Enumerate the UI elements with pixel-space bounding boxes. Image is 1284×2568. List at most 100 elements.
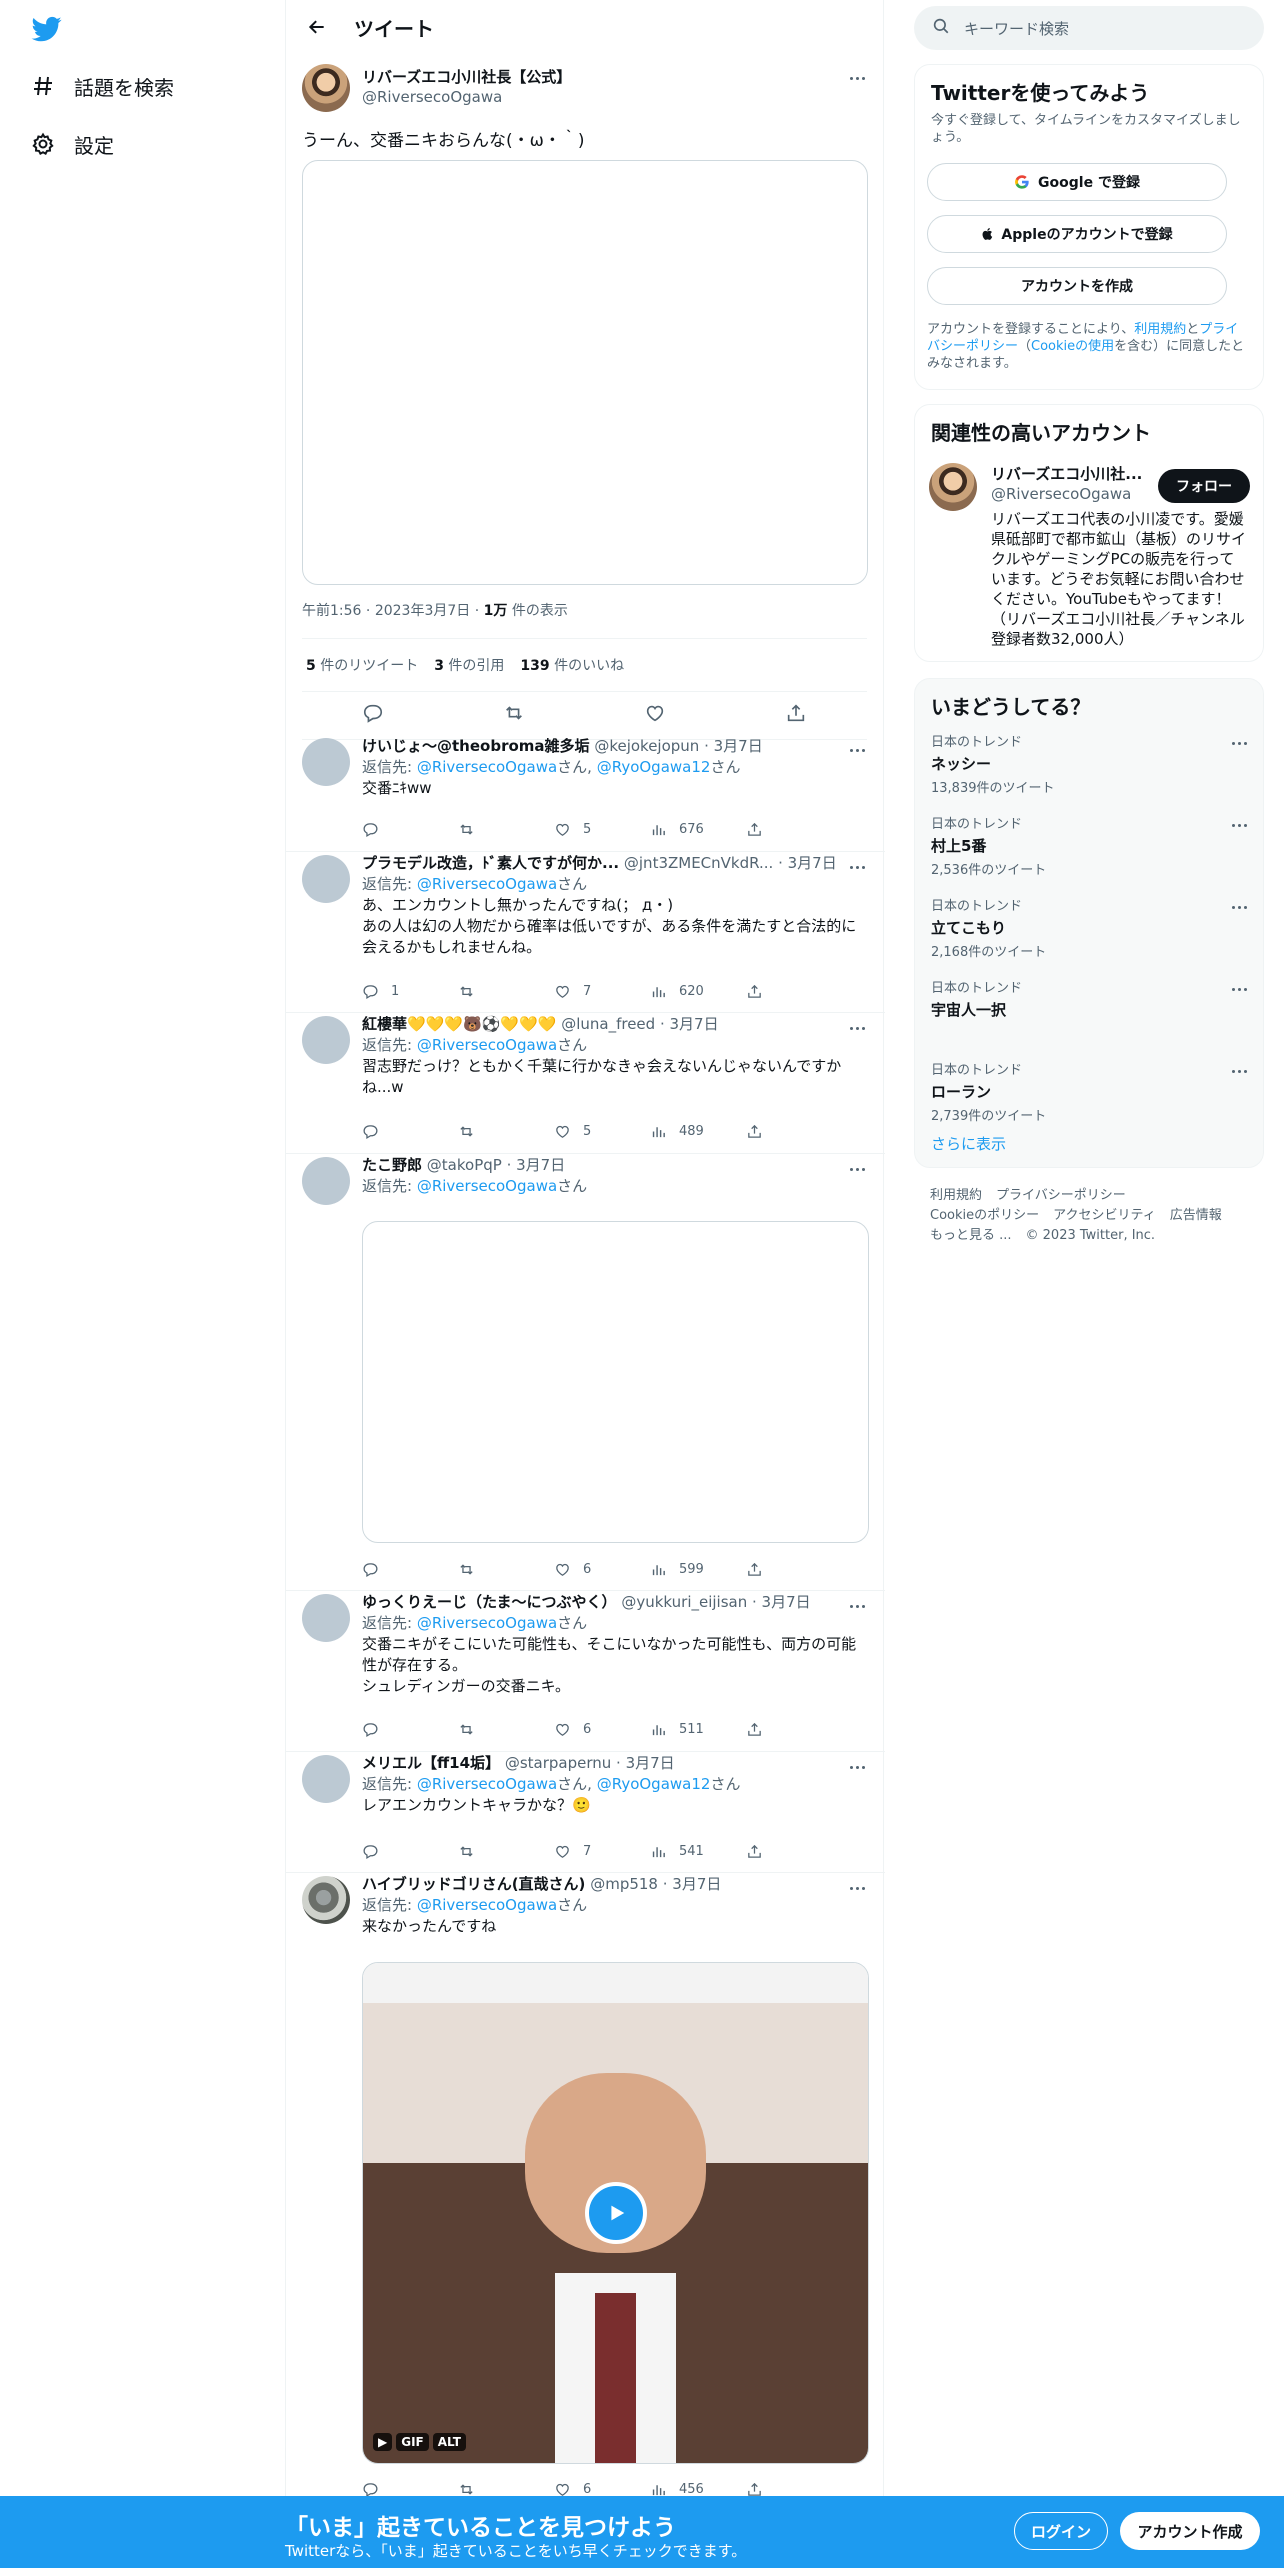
- reply-author-name[interactable]: プラモデル改造，ﾄﾞ素人ですが何か...: [362, 854, 619, 872]
- reply-media[interactable]: ▶ GIF ALT: [362, 1962, 869, 2464]
- reply-button[interactable]: [362, 1123, 458, 1140]
- reply-to-link[interactable]: @RyoOgawa12: [597, 758, 711, 776]
- reply-to-link[interactable]: @RiversecoOgawa: [417, 1775, 557, 1793]
- cookie-link[interactable]: Cookieの使用: [1031, 339, 1114, 354]
- more-options-icon[interactable]: [845, 66, 869, 90]
- reply-date[interactable]: 3月7日: [516, 1156, 565, 1174]
- retweet-button[interactable]: [458, 1123, 554, 1140]
- reply-to-link[interactable]: @RiversecoOgawa: [417, 1177, 557, 1195]
- back-arrow-icon[interactable]: [302, 12, 332, 42]
- reply-handle[interactable]: @starpapernu: [505, 1754, 611, 1772]
- play-icon[interactable]: [584, 2182, 647, 2244]
- retweet-button[interactable]: [458, 2481, 554, 2498]
- share-icon[interactable]: [785, 702, 807, 728]
- reply-button[interactable]: [362, 821, 458, 838]
- reply-date[interactable]: 3月7日: [714, 737, 763, 755]
- more-options-icon[interactable]: [1227, 813, 1251, 837]
- more-options-icon[interactable]: [1227, 895, 1251, 919]
- reply-handle[interactable]: @jnt3ZMECnVkdR...: [624, 854, 773, 872]
- footer-ads[interactable]: 広告情報: [1170, 1208, 1222, 1223]
- share-button[interactable]: [746, 983, 842, 1000]
- reply-to-link[interactable]: @RiversecoOgawa: [417, 1896, 557, 1914]
- reply-tweet[interactable]: メリエル【ff14垢】 @starpapernu · 3月7日 返信先: @Riv…: [286, 1753, 885, 1873]
- follow-button[interactable]: フォロー: [1158, 469, 1250, 503]
- trend-item[interactable]: 日本のトレンド ネッシー 13,839件のツイート: [931, 731, 1247, 796]
- login-button[interactable]: ログイン: [1014, 2512, 1108, 2550]
- views-button[interactable]: 511: [650, 1721, 746, 1738]
- like-button[interactable]: 5: [554, 821, 650, 838]
- reply-to-link[interactable]: @RiversecoOgawa: [417, 1614, 557, 1632]
- twitter-logo-icon[interactable]: [30, 14, 64, 44]
- reply-handle[interactable]: @mp518: [590, 1875, 658, 1893]
- reply-handle[interactable]: @luna_freed: [561, 1015, 655, 1033]
- footer-terms[interactable]: 利用規約: [930, 1188, 982, 1203]
- like-button[interactable]: 6: [554, 2481, 650, 2498]
- reply-avatar[interactable]: [302, 738, 350, 786]
- reply-to-link[interactable]: @RiversecoOgawa: [417, 1036, 557, 1054]
- like-count[interactable]: 139 件のいいね: [520, 655, 624, 675]
- reply-author-name[interactable]: ハイブリッドゴリさん(直哉さん): [362, 1875, 585, 1893]
- retweet-icon[interactable]: [503, 702, 525, 728]
- trend-item[interactable]: 日本のトレンド 立てこもり 2,168件のツイート: [931, 895, 1247, 960]
- share-button[interactable]: [746, 2481, 842, 2498]
- related-avatar[interactable]: [929, 463, 977, 511]
- like-button[interactable]: 6: [554, 1561, 650, 1578]
- reply-media[interactable]: [362, 1221, 869, 1543]
- like-button[interactable]: 7: [554, 1843, 650, 1860]
- share-button[interactable]: [746, 1843, 842, 1860]
- like-button[interactable]: 6: [554, 1721, 650, 1738]
- terms-link[interactable]: 利用規約: [1134, 322, 1186, 337]
- views-button[interactable]: 599: [650, 1561, 746, 1578]
- reply-avatar[interactable]: [302, 1157, 350, 1205]
- views-button[interactable]: 620: [650, 983, 746, 1000]
- search-input[interactable]: キーワード検索: [964, 18, 1069, 39]
- reply-handle[interactable]: @kejokejopun: [594, 737, 699, 755]
- footer-privacy[interactable]: プライバシーポリシー: [996, 1188, 1126, 1203]
- share-button[interactable]: [746, 821, 842, 838]
- author-name[interactable]: リバーズエコ小川社長【公式】: [362, 66, 571, 87]
- retweet-button[interactable]: [458, 1721, 554, 1738]
- reply-avatar[interactable]: [302, 855, 350, 903]
- reply-date[interactable]: 3月7日: [626, 1754, 675, 1772]
- signup-button[interactable]: アカウント作成: [1120, 2512, 1260, 2550]
- reply-date[interactable]: 3月7日: [670, 1015, 719, 1033]
- alt-badge[interactable]: ALT: [432, 2433, 466, 2451]
- like-button[interactable]: 7: [554, 983, 650, 1000]
- author-avatar[interactable]: [302, 64, 350, 112]
- reply-to-link[interactable]: @RyoOgawa12: [597, 1775, 711, 1793]
- tweet-media[interactable]: [302, 160, 868, 585]
- reply-to-link[interactable]: @RiversecoOgawa: [417, 875, 557, 893]
- reply-date[interactable]: 3月7日: [672, 1875, 721, 1893]
- retweet-button[interactable]: [458, 821, 554, 838]
- apple-signup-button[interactable]: Appleのアカウントで登録: [927, 215, 1227, 253]
- like-button[interactable]: 5: [554, 1123, 650, 1140]
- footer-accessibility[interactable]: アクセシビリティ: [1053, 1208, 1156, 1223]
- reply-tweet[interactable]: プラモデル改造，ﾄﾞ素人ですが何か... @jnt3ZMECnVkdR... ·…: [286, 853, 885, 1013]
- reply-button[interactable]: [362, 1843, 458, 1860]
- tweet-timestamp[interactable]: 午前1:56 · 2023年3月7日 · 1万 件の表示: [302, 600, 568, 620]
- retweet-button[interactable]: [458, 983, 554, 1000]
- retweet-count[interactable]: 5 件のリツイート: [306, 655, 418, 675]
- quote-count[interactable]: 3 件の引用: [434, 655, 504, 675]
- related-name[interactable]: リバーズエコ小川社...: [991, 463, 1142, 484]
- google-signup-button[interactable]: Google で登録: [927, 163, 1227, 201]
- views-button[interactable]: 456: [650, 2481, 746, 2498]
- views-button[interactable]: 676: [650, 821, 746, 838]
- reply-icon[interactable]: [362, 702, 384, 728]
- retweet-button[interactable]: [458, 1843, 554, 1860]
- reply-tweet[interactable]: ゆっくりえーじ（たま〜につぶやく） @yukkuri_eijisan · 3月7…: [286, 1592, 885, 1752]
- trend-item[interactable]: 日本のトレンド 宇宙人一択: [931, 977, 1247, 1020]
- views-button[interactable]: 489: [650, 1123, 746, 1140]
- views-button[interactable]: 541: [650, 1843, 746, 1860]
- like-icon[interactable]: [644, 702, 666, 728]
- reply-button[interactable]: 1: [362, 983, 458, 1000]
- reply-author-name[interactable]: けいじょ〜@theobroma雑多垢: [362, 737, 590, 755]
- reply-avatar[interactable]: [302, 1755, 350, 1803]
- create-account-button[interactable]: アカウントを作成: [927, 267, 1227, 305]
- more-options-icon[interactable]: [1227, 1059, 1251, 1083]
- reply-tweet[interactable]: けいじょ〜@theobroma雑多垢 @kejokejopun · 3月7日 返信…: [286, 736, 885, 852]
- reply-handle[interactable]: @takoPqP: [427, 1156, 502, 1174]
- reply-button[interactable]: [362, 1721, 458, 1738]
- share-button[interactable]: [746, 1561, 842, 1578]
- reply-author-name[interactable]: ゆっくりえーじ（たま〜につぶやく）: [362, 1593, 617, 1611]
